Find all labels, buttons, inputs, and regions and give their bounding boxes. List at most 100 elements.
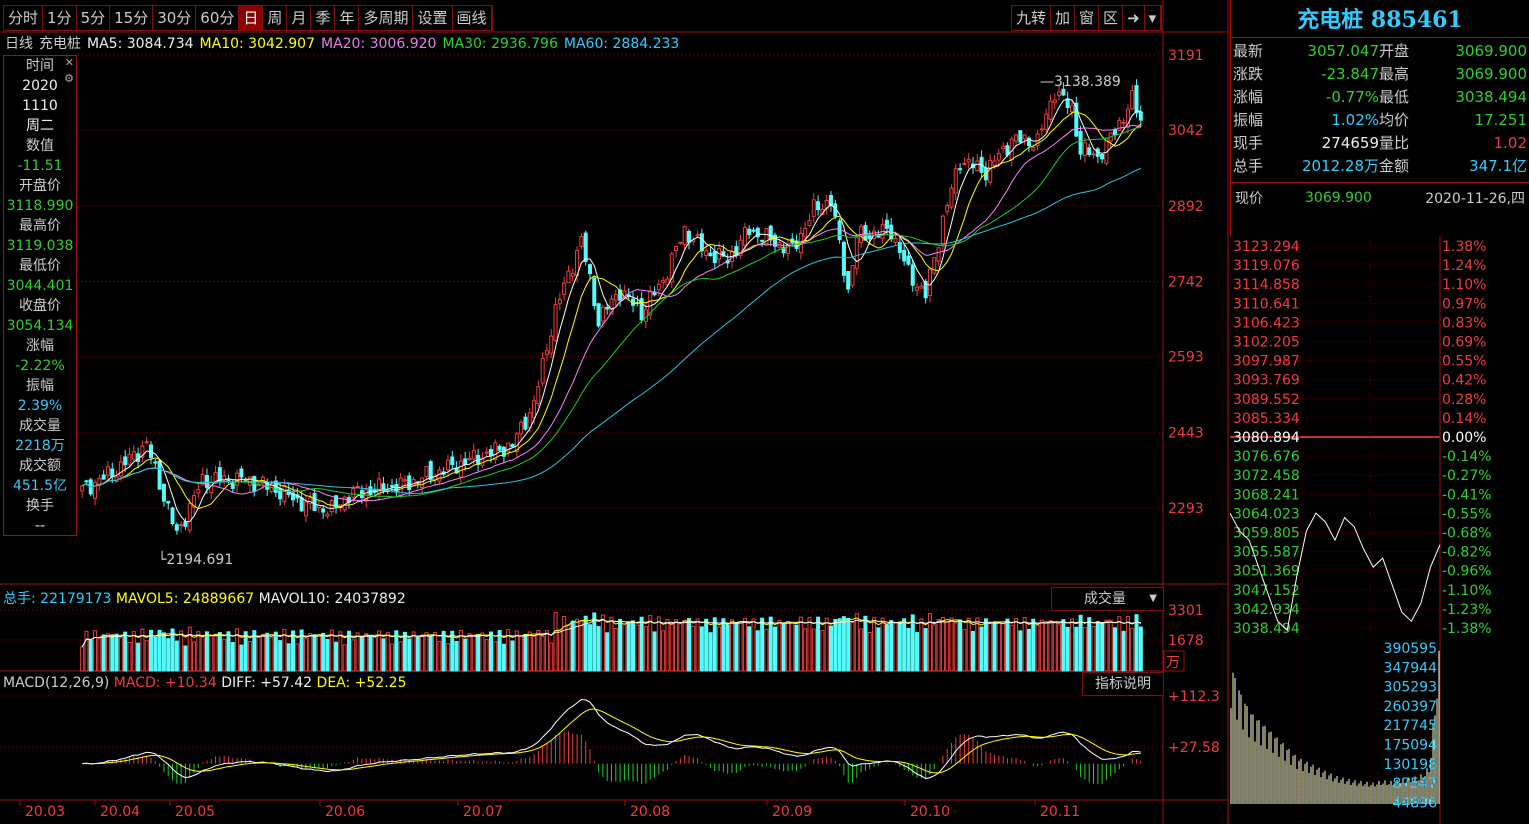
candle: [131, 444, 136, 463]
candle-body: [1044, 113, 1049, 130]
volume-bar: [316, 635, 321, 672]
quote-label: 最低: [1379, 88, 1410, 106]
volume-bar: [755, 630, 760, 672]
candle: [437, 466, 442, 485]
candle: [910, 259, 915, 292]
price-tick: 2593: [1168, 350, 1204, 366]
kline-chart[interactable]: 3191 3042 2892 2742 2593 2443 2293 —3138.389 └21…: [0, 0, 1230, 824]
quote-panel: 充电桩 885461 最新 3057.047 开盘 3069.900 涨跌 -23.847…: [1230, 0, 1529, 236]
candle-body: [570, 272, 575, 277]
volume-bar: [338, 631, 343, 672]
candle-body: [587, 264, 592, 275]
candle-body: [235, 472, 240, 486]
tool-button-1[interactable]: 加: [1051, 6, 1076, 30]
candle: [751, 227, 756, 234]
volume-bar: [295, 643, 300, 672]
candle-body: [708, 252, 713, 257]
dea-value: DEA: +52.25: [316, 675, 407, 691]
candle: [1130, 84, 1135, 111]
period-tab-2[interactable]: 5分: [77, 6, 111, 30]
volume-bar: [519, 635, 524, 672]
dropdown-icon[interactable]: ▾: [1145, 6, 1162, 30]
period-tab-10[interactable]: 年: [335, 6, 360, 30]
candle: [1091, 150, 1096, 159]
volume-bar: [398, 641, 403, 672]
volume-bar: [880, 617, 885, 672]
period-tab-5[interactable]: 60分: [196, 6, 240, 30]
x-tick: 20.08: [630, 804, 670, 820]
volume-bar: [618, 618, 623, 672]
settings-icon[interactable]: ⚙: [64, 72, 74, 85]
volume-bar: [325, 639, 330, 672]
candle-body: [127, 453, 132, 465]
candle: [841, 240, 846, 283]
intraday-pct: -0.96%: [1442, 564, 1492, 580]
candle-body: [450, 456, 455, 465]
period-tab-4[interactable]: 30分: [153, 6, 197, 30]
quote-title: 充电桩 885461: [1231, 0, 1529, 38]
period-tab-9[interactable]: 季: [311, 6, 336, 30]
period-tab-8[interactable]: 月: [287, 6, 312, 30]
candle: [1065, 91, 1070, 114]
volume-bar: [906, 628, 911, 672]
volume-tick: 3301: [1168, 603, 1204, 619]
intraday-chart[interactable]: 3123.294 1.38% 3119.076 1.24% 3114.858 1.10% 3…: [1230, 236, 1529, 824]
volume-bar: [149, 629, 154, 672]
indicator-select[interactable]: 成交量 ▼: [1051, 587, 1164, 611]
candle: [747, 225, 752, 239]
tool-button-0[interactable]: 九转: [1012, 6, 1052, 30]
candle-body: [544, 350, 549, 355]
candle: [807, 213, 812, 227]
diff-value: DIFF: +57.42: [221, 675, 313, 691]
candle: [915, 282, 920, 297]
period-tab-0[interactable]: 分时: [4, 6, 44, 30]
indicator-help-button[interactable]: 指标说明: [1082, 672, 1164, 696]
intraday-pct: 0.00%: [1442, 430, 1486, 446]
price-tick: 2892: [1168, 199, 1204, 215]
volume-bar: [919, 618, 924, 672]
volume-bar: [88, 639, 93, 672]
volume-bar: [192, 641, 197, 672]
period-tab-13[interactable]: 画线: [453, 6, 492, 30]
candle: [97, 474, 102, 492]
candle: [93, 479, 98, 506]
period-tab-12[interactable]: 设置: [413, 6, 453, 30]
volume-bar: [536, 629, 541, 672]
volume-bar: [390, 643, 395, 672]
intraday-pct: -0.55%: [1442, 506, 1492, 522]
period-tab-3[interactable]: 15分: [110, 6, 154, 30]
x-tick: 20.09: [772, 804, 812, 820]
mavol5: MAVOL5: 24889667: [115, 591, 255, 607]
candle-body: [488, 449, 494, 456]
info-label: 最高价: [19, 218, 61, 234]
tool-button-3[interactable]: 区: [1099, 6, 1124, 30]
volume-bar: [768, 616, 773, 672]
volume-bar: [549, 642, 554, 672]
tool-button-2[interactable]: 窗: [1075, 6, 1100, 30]
volume-bar: [979, 626, 984, 672]
candle: [661, 276, 666, 289]
candle: [953, 163, 958, 201]
volume-bar: [123, 631, 128, 672]
expand-icon[interactable]: ➜: [1123, 6, 1145, 30]
volume-bar: [291, 630, 296, 672]
period-tab-6[interactable]: 日: [239, 6, 264, 30]
info-value: 1110: [22, 98, 58, 114]
quote-label: 涨跌: [1233, 65, 1264, 83]
volume-bar: [97, 638, 102, 672]
candle: [553, 297, 558, 343]
period-tab-11[interactable]: 多周期: [359, 6, 414, 30]
volume-bar: [1018, 630, 1023, 672]
volume-bar: [760, 617, 765, 672]
close-icon[interactable]: ✕: [65, 56, 74, 69]
volume-bar: [80, 646, 85, 672]
volume-bar: [222, 638, 227, 672]
period-tab-7[interactable]: 周: [263, 6, 288, 30]
x-tick: 20.04: [100, 804, 140, 820]
candle-body: [704, 250, 709, 256]
candle: [824, 195, 829, 215]
period-tab-1[interactable]: 1分: [43, 6, 77, 30]
candle-body: [523, 416, 528, 430]
candle-body: [1087, 147, 1092, 155]
candle-body: [927, 268, 932, 296]
